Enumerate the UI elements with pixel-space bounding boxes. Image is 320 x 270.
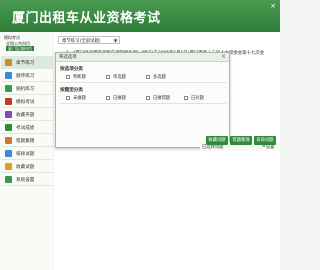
sidebar-item-label: 考试成绩 (16, 126, 35, 131)
chevron-down-icon[interactable]: ▼ (113, 38, 118, 43)
settings-icon (5, 176, 12, 183)
book-icon (5, 59, 12, 66)
sidebar-item-label: 系统设置 (16, 178, 35, 183)
divider (60, 103, 226, 104)
sidebar-item-label: 顺序练习 (16, 74, 35, 79)
sidebar-item-scores[interactable]: 考试成绩 (1, 121, 53, 134)
sidebar-item-favorites[interactable]: 收藏夹题 (1, 108, 53, 121)
exclude-question-button[interactable]: 排除试题 (254, 136, 276, 145)
checkbox-icon[interactable] (146, 95, 150, 100)
app-title: 厦门出租车从业资格考试 (12, 11, 161, 26)
error-icon (5, 137, 12, 144)
sidebar-item-mock-exam[interactable]: 模拟考试 (1, 95, 53, 108)
section-by-option: 按选项分类 (60, 67, 83, 72)
sidebar-item-sequential[interactable]: 顺序练习 (1, 69, 53, 82)
checkbox-icon[interactable] (184, 95, 188, 100)
sidebar-item-label: 错题集锦 (16, 139, 35, 144)
tree-item-xiamen[interactable]: 厦门区域科目 (6, 46, 34, 51)
subject-tree: 模拟考试 全国公共科目 厦门区域科目 (0, 32, 53, 54)
sidebar-item-settings[interactable]: 系统设置 (1, 173, 53, 186)
dialog-title: 筛选选项 (59, 55, 77, 60)
sidebar-item-excluded[interactable]: 排除试题 (1, 147, 53, 160)
exclude-icon (5, 150, 12, 157)
error-collection-button[interactable]: 错题集锦 (230, 136, 252, 145)
sidebar-item-label: 章节练习 (16, 61, 35, 66)
exam-icon (5, 98, 12, 105)
practice-mode-select[interactable]: 章节练习(全部试题) ▼ (58, 36, 120, 44)
sidebar-item-starred[interactable]: 收藏试题 (1, 160, 53, 173)
checkbox-single-choice[interactable]: 单选题 (106, 74, 126, 80)
sidebar-item-label: 模拟考试 (16, 100, 35, 105)
app-header: 厦门出租车从业资格考试 × (0, 0, 280, 32)
checkbox-icon[interactable] (106, 95, 110, 100)
sidebar-item-errors[interactable]: 错题集锦 (1, 134, 53, 147)
close-icon[interactable]: × (270, 2, 276, 10)
filter-dialog: 筛选选项 × 按选项分类 判断题 单选题 多选题 按题型分类 未做题 已做题 已… (55, 52, 230, 148)
checkbox-judgement[interactable]: 判断题 (66, 74, 86, 80)
favorite-icon (5, 111, 12, 118)
dialog-titlebar: 筛选选项 × (56, 53, 229, 62)
sidebar-item-label: 排除试题 (16, 152, 35, 157)
checkbox-icon[interactable] (66, 95, 70, 100)
favorite-question-button[interactable]: 收藏试题 (206, 136, 228, 145)
sidebar: 章节练习 顺序练习 随机练习 模拟考试 收藏夹题 考试成绩 错题集锦 排除试题 … (0, 55, 53, 270)
list-icon (5, 72, 12, 79)
checkbox-wrong[interactable]: 已做错题 (146, 95, 170, 101)
sidebar-item-label: 随机练习 (16, 87, 35, 92)
section-by-type: 按题型分类 (60, 88, 83, 93)
sidebar-item-random[interactable]: 随机练习 (1, 82, 53, 95)
checkbox-icon[interactable] (106, 74, 110, 79)
checkbox-icon[interactable] (66, 74, 70, 79)
sidebar-item-label: 收藏夹题 (16, 113, 35, 118)
practice-mode-value: 章节练习(全部试题) (62, 39, 101, 44)
checkbox-icon[interactable] (146, 74, 150, 79)
score-icon (5, 124, 12, 131)
sidebar-item-label: 收藏试题 (16, 165, 35, 170)
checkbox-correct[interactable]: 已对题 (184, 95, 204, 101)
checkbox-undone[interactable]: 未做题 (66, 95, 86, 101)
shuffle-icon (5, 85, 12, 92)
star-icon (5, 163, 12, 170)
divider (60, 82, 226, 83)
checkbox-done[interactable]: 已做题 (106, 95, 126, 101)
dialog-close-icon[interactable]: × (221, 53, 226, 60)
sidebar-item-chapter[interactable]: 章节练习 (1, 56, 53, 69)
checkbox-multi-choice[interactable]: 多选题 (146, 74, 166, 80)
